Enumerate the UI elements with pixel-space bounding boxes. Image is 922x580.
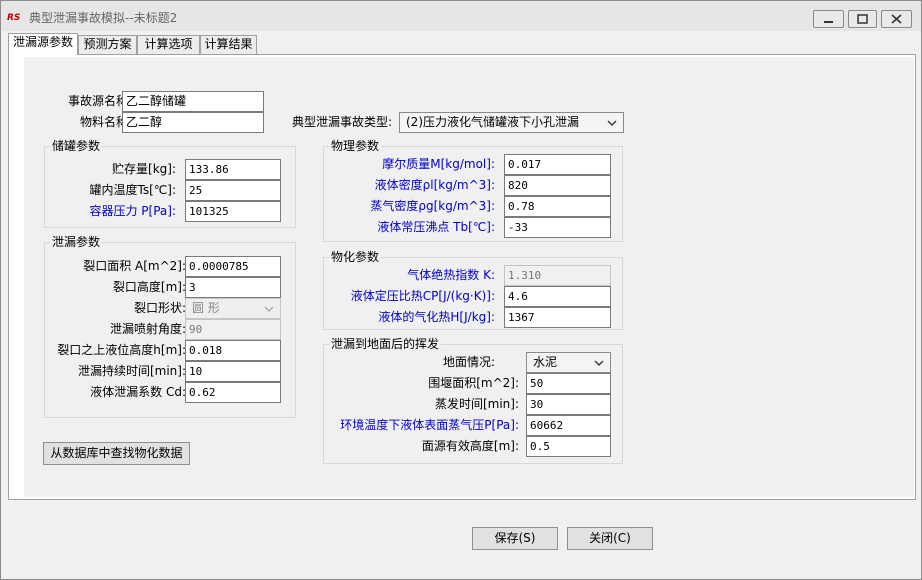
leak-params-title: 泄漏参数 [50, 235, 103, 249]
bund-area-label: 围堰面积[m^2]: [428, 376, 519, 390]
leak-area-input[interactable]: 0.0000785 [185, 256, 281, 277]
source-height-input[interactable]: 0.5 [526, 436, 611, 457]
minimize-button[interactable] [813, 10, 844, 28]
tab-panel: 事故源名称: 乙二醇储罐 物料名称: 乙二醇 典型泄漏事故类型: (2)压力液化… [8, 54, 916, 500]
storage-amount-label: 贮存量[kg]: [112, 162, 176, 176]
physical-params-title: 物理参数 [329, 139, 382, 153]
leak-duration-input[interactable]: 10 [185, 361, 281, 382]
accident-name-label: 事故源名称: [67, 94, 132, 108]
chevron-down-icon [594, 360, 604, 366]
container-pressure-label: 容器压力 P[Pa]: [89, 204, 176, 218]
molar-mass-label: 摩尔质量M[kg/mol]: [382, 157, 495, 171]
maximize-button[interactable] [848, 10, 877, 28]
material-name-input[interactable]: 乙二醇 [122, 112, 264, 133]
container-pressure-input[interactable]: 101325 [185, 201, 281, 222]
specific-heat-label: 液体定压比热CP[J/(kg·K)]: [350, 289, 495, 303]
spray-angle-label: 泄漏喷射角度: [109, 322, 186, 336]
discharge-coef-input[interactable]: 0.62 [185, 382, 281, 403]
window-title: 典型泄漏事故模拟--未标题2 [29, 11, 178, 25]
liquid-level-input[interactable]: 0.018 [185, 340, 281, 361]
leak-height-label: 裂口高度[m]: [112, 280, 186, 294]
discharge-coef-label: 液体泄漏系数 Cd: [90, 385, 186, 399]
app-logo-icon: RS [7, 13, 20, 22]
leak-shape-label: 裂口形状: [133, 301, 186, 315]
accident-name-input[interactable]: 乙二醇储罐 [122, 91, 264, 112]
leak-shape-select[interactable]: 圆 形 [185, 298, 281, 319]
boiling-point-input[interactable]: -33 [504, 217, 611, 238]
leak-shape-value: 圆 形 [192, 301, 220, 315]
tab-prediction[interactable]: 预测方案 [78, 35, 137, 54]
adiabatic-index-input[interactable]: 1.310 [504, 265, 611, 286]
vapor-density-input[interactable]: 0.78 [504, 196, 611, 217]
leak-height-input[interactable]: 3 [185, 277, 281, 298]
source-height-label: 面源有效高度[m]: [421, 439, 519, 453]
title-bar: RS 典型泄漏事故模拟--未标题2 [1, 1, 921, 31]
boiling-point-label: 液体常压沸点 Tb[℃]: [377, 220, 495, 234]
bund-area-input[interactable]: 50 [526, 373, 611, 394]
evaporation-time-label: 蒸发时间[min]: [434, 397, 519, 411]
close-button[interactable]: 关闭(C) [567, 527, 653, 550]
close-icon [891, 14, 902, 24]
vapor-pressure-label: 环境温度下液体表面蒸气压P[Pa]: [340, 418, 519, 432]
evaporation-title: 泄漏到地面后的挥发 [329, 337, 442, 351]
tank-temperature-label: 罐内温度Ts[℃]: [89, 183, 176, 197]
ground-condition-value: 水泥 [533, 355, 558, 369]
spray-angle-input[interactable]: 90 [185, 319, 281, 340]
tab-calc-results[interactable]: 计算结果 [200, 35, 257, 54]
lookup-database-button[interactable]: 从数据库中查找物化数据 [43, 442, 190, 465]
vaporization-heat-input[interactable]: 1367 [504, 307, 611, 328]
specific-heat-input[interactable]: 4.6 [504, 286, 611, 307]
close-window-button[interactable] [881, 10, 912, 28]
evaporation-time-input[interactable]: 30 [526, 394, 611, 415]
leak-area-label: 裂口面积 A[m^2]: [83, 259, 186, 273]
storage-amount-input[interactable]: 133.86 [185, 159, 281, 180]
vaporization-heat-label: 液体的气化热H[J/kg]: [378, 310, 495, 324]
accident-type-value: (2)压力液化气储罐液下小孔泄漏 [406, 115, 579, 129]
accident-type-select[interactable]: (2)压力液化气储罐液下小孔泄漏 [399, 112, 624, 133]
restore-icon [857, 14, 868, 24]
main-window: RS 典型泄漏事故模拟--未标题2 泄漏源参数 预测方案 计算选项 计算结果 事… [0, 0, 922, 580]
liquid-level-label: 裂口之上液位高度h[m]: [57, 343, 186, 357]
save-button[interactable]: 保存(S) [472, 527, 558, 550]
leak-duration-label: 泄漏持续时间[min]: [77, 364, 186, 378]
storage-params-title: 储罐参数 [50, 139, 103, 153]
tab-calc-options[interactable]: 计算选项 [137, 35, 200, 54]
svg-text:RS: RS [7, 13, 20, 22]
chemical-params-title: 物化参数 [329, 250, 382, 264]
accident-type-label: 典型泄漏事故类型: [291, 115, 392, 129]
minimize-icon [824, 21, 833, 23]
liquid-density-label: 液体密度ρl[kg/m^3]: [374, 178, 495, 192]
adiabatic-index-label: 气体绝热指数 K: [407, 268, 495, 282]
vapor-pressure-input[interactable]: 60662 [526, 415, 611, 436]
tab-leak-source[interactable]: 泄漏源参数 [8, 33, 78, 55]
molar-mass-input[interactable]: 0.017 [504, 154, 611, 175]
material-name-label: 物料名称: [79, 115, 132, 129]
ground-condition-label: 地面情况: [442, 355, 495, 369]
ground-condition-select[interactable]: 水泥 [526, 352, 611, 373]
chevron-down-icon [607, 120, 617, 126]
tank-temperature-input[interactable]: 25 [185, 180, 281, 201]
chevron-down-icon [264, 306, 274, 312]
liquid-density-input[interactable]: 820 [504, 175, 611, 196]
content-area: 事故源名称: 乙二醇储罐 物料名称: 乙二醇 典型泄漏事故类型: (2)压力液化… [24, 57, 914, 497]
vapor-density-label: 蒸气密度ρg[kg/m^3]: [370, 199, 495, 213]
